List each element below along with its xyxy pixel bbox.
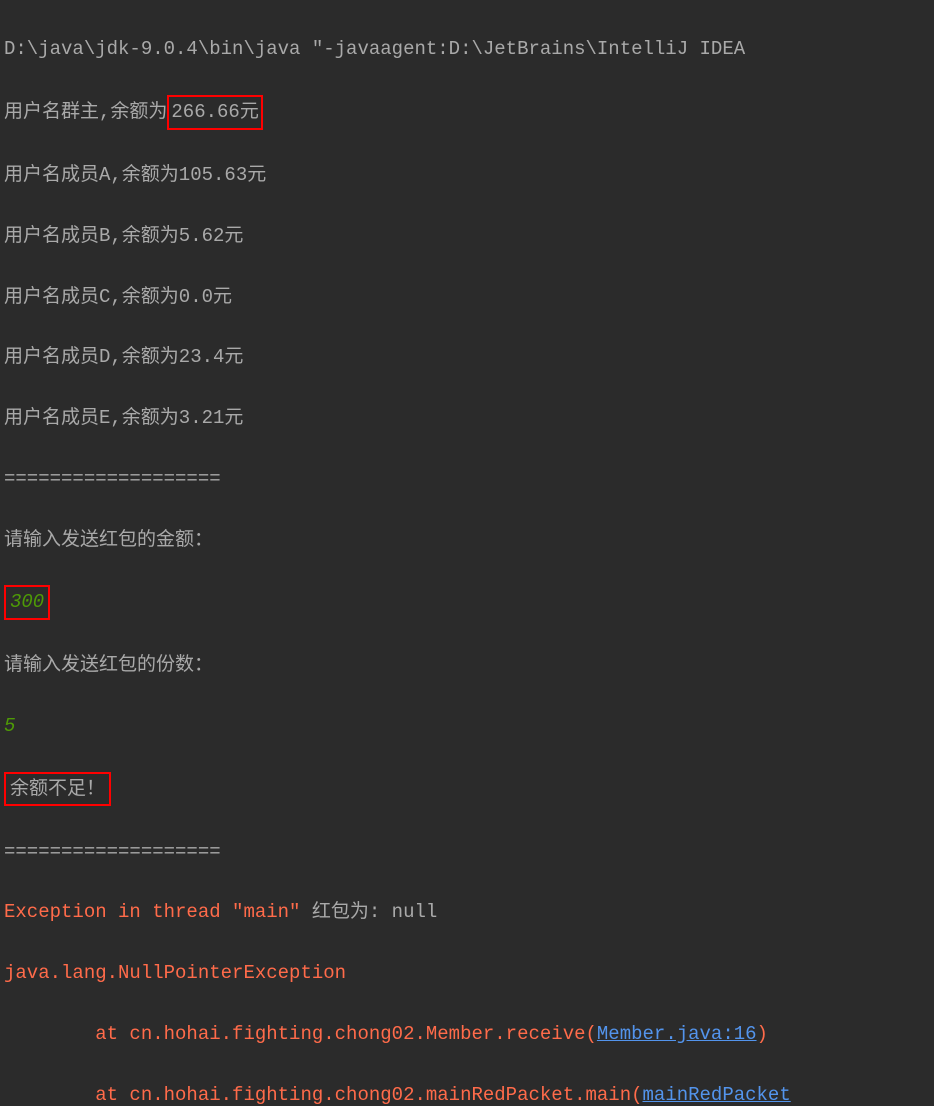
input-count[interactable]: 5: [4, 711, 930, 741]
prompt-count: 请输入发送红包的份数：: [4, 650, 930, 680]
exception-class: java.lang.NullPointerException: [4, 958, 930, 988]
console-output: D:\java\jdk-9.0.4\bin\java "-javaagent:D…: [4, 4, 930, 1106]
stacktrace-line-1: at cn.hohai.fighting.chong02.Member.rece…: [4, 1019, 930, 1049]
stacktrace-paren-1: ): [757, 1023, 768, 1045]
stacktrace-line-2: at cn.hohai.fighting.chong02.mainRedPack…: [4, 1080, 930, 1106]
output-line-member-e: 用户名成员E,余额为3.21元: [4, 403, 930, 433]
stacktrace-at-2: at cn.hohai.fighting.chong02.mainRedPack…: [4, 1084, 643, 1106]
prompt-amount: 请输入发送红包的金额：: [4, 525, 930, 555]
source-link-main[interactable]: mainRedPacket: [643, 1084, 791, 1106]
output-line-owner: 用户名群主,余额为266.66元: [4, 95, 930, 129]
owner-prefix: 用户名群主,余额为: [4, 101, 167, 123]
stacktrace-at-1: at cn.hohai.fighting.chong02.Member.rece…: [4, 1023, 597, 1045]
output-line-member-b: 用户名成员B,余额为5.62元: [4, 221, 930, 251]
input-amount-highlighted[interactable]: 300: [4, 585, 50, 619]
insufficient-line: 余额不足！: [4, 772, 930, 806]
exception-msg: 红包为: null: [312, 901, 437, 923]
input-amount-line: 300: [4, 585, 930, 619]
exception-thread: Exception in thread "main": [4, 901, 312, 923]
java-command-line: D:\java\jdk-9.0.4\bin\java "-javaagent:D…: [4, 34, 930, 64]
separator-2: ===================: [4, 837, 930, 867]
output-line-member-c: 用户名成员C,余额为0.0元: [4, 282, 930, 312]
exception-line-1: Exception in thread "main" 红包为: null: [4, 897, 930, 927]
owner-balance-highlighted: 266.66元: [167, 95, 262, 129]
output-line-member-a: 用户名成员A,余额为105.63元: [4, 160, 930, 190]
separator-1: ===================: [4, 464, 930, 494]
output-line-member-d: 用户名成员D,余额为23.4元: [4, 342, 930, 372]
insufficient-balance-highlighted: 余额不足！: [4, 772, 111, 806]
source-link-member[interactable]: Member.java:16: [597, 1023, 757, 1045]
